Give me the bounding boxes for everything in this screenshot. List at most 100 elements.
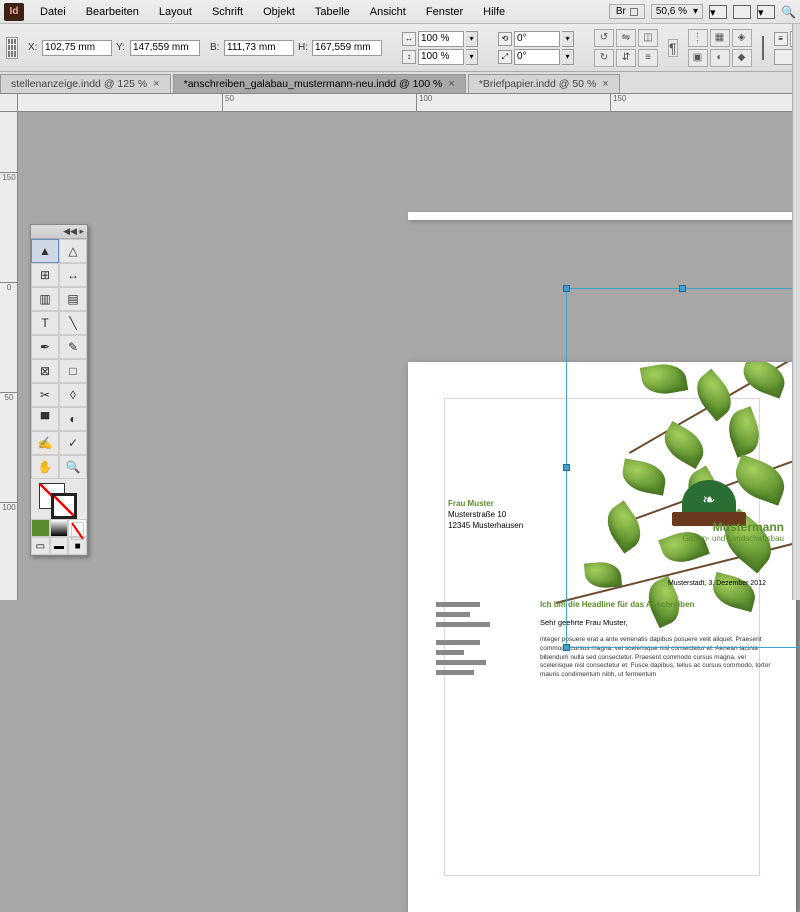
content-placer-tool[interactable]: ▤	[59, 287, 87, 311]
recipient-name: Frau Muster	[448, 498, 523, 509]
scale-y-field[interactable]	[418, 49, 464, 65]
handle-top-left[interactable]	[563, 285, 570, 292]
apply-none-icon[interactable]	[68, 519, 87, 537]
normal-view-icon[interactable]: ▭	[31, 537, 50, 555]
fx-icon[interactable]: ⋮	[688, 29, 708, 47]
direct-selection-tool[interactable]: △	[59, 239, 87, 263]
textwrap-icon[interactable]: ▦	[710, 29, 730, 47]
x-field[interactable]	[42, 40, 112, 56]
menu-bearbeiten[interactable]: Bearbeiten	[76, 2, 149, 22]
gap-tool[interactable]: ↔	[59, 263, 87, 287]
rectangle-frame-tool[interactable]: ⊠	[31, 359, 59, 383]
recipient-street: Musterstraße 10	[448, 509, 523, 520]
menu-tabelle[interactable]: Tabelle	[305, 2, 360, 22]
scale-x-field[interactable]	[418, 31, 464, 47]
apply-gradient-icon[interactable]	[50, 519, 69, 537]
handle-top-mid[interactable]	[679, 285, 686, 292]
rotate-icon: ⟲	[498, 32, 512, 46]
handle-mid-left[interactable]	[563, 464, 570, 471]
flip-v-icon[interactable]: ⇵	[616, 49, 636, 67]
content-collector-tool[interactable]: ▥	[31, 287, 59, 311]
close-icon[interactable]: ×	[153, 78, 159, 90]
apply-color-icon[interactable]	[31, 519, 50, 537]
scale-y-dropdown[interactable]: ▾	[466, 49, 478, 65]
rotate-ccw-icon[interactable]: ↺	[594, 29, 614, 47]
control-bar: X: Y: B: H: ↔▾ ↕▾ ⟲▾ ⤢▾ ↺⇋◫ ↻⇵≡ ¶ ⋮▦◈ ▣◐…	[0, 24, 800, 72]
hand-tool[interactable]: ✋	[31, 455, 59, 479]
menu-datei[interactable]: Datei	[30, 2, 76, 22]
app-icon: Id	[4, 3, 24, 21]
scale-x-dropdown[interactable]: ▾	[466, 31, 478, 47]
view-mode-icon[interactable]: ▾	[709, 5, 727, 19]
selection-frame[interactable]	[566, 288, 800, 648]
y-field[interactable]	[130, 40, 200, 56]
pathfinder-icon[interactable]: ◫	[638, 29, 658, 47]
rectangle-tool[interactable]: □	[59, 359, 87, 383]
x-label: X:	[28, 42, 40, 53]
tab-stellenanzeige[interactable]: stellenanzeige.indd @ 125 %×	[0, 74, 171, 93]
eyedropper-tool[interactable]: ✓	[59, 431, 87, 455]
zoom-level[interactable]: 50,6 %▾	[651, 4, 703, 19]
address-block: Frau Muster Musterstraße 10 12345 Muster…	[448, 498, 523, 532]
align-icon[interactable]: ≡	[638, 49, 658, 67]
transform-icons: ↺⇋◫ ↻⇵≡	[594, 29, 658, 67]
screen-mode-icon[interactable]	[733, 5, 751, 19]
shear-field[interactable]	[514, 49, 560, 65]
fit-icon[interactable]: ▣	[688, 49, 708, 67]
toolbox-panel[interactable]: ◀◀ ▸ ▲ △ ⊞ ↔ ▥ ▤ T ╲ ✒ ✎ ⊠ □ ✂ ◊ ▀ ◐ ✍ ✓…	[30, 224, 88, 556]
recipient-city: 12345 Musterhausen	[448, 520, 523, 531]
line-tool[interactable]: ╲	[59, 311, 87, 335]
opacity-icon[interactable]: ◐	[710, 49, 730, 67]
reference-point[interactable]	[6, 37, 18, 59]
pencil-tool[interactable]: ✎	[59, 335, 87, 359]
arrange-icon[interactable]: ▾	[757, 5, 775, 19]
ruler-horizontal[interactable]: 50 100 150 200	[18, 94, 800, 112]
menu-fenster[interactable]: Fenster	[416, 2, 473, 22]
ruler-vertical[interactable]: 0 50 100 150	[0, 112, 18, 600]
menu-layout[interactable]: Layout	[149, 2, 202, 22]
gradient-swatch-tool[interactable]: ▀	[31, 407, 59, 431]
handle-bottom-left[interactable]	[563, 644, 570, 651]
width-field[interactable]	[224, 40, 294, 56]
close-icon[interactable]: ×	[448, 78, 454, 90]
height-field[interactable]	[312, 40, 382, 56]
note-tool[interactable]: ✍	[31, 431, 59, 455]
zoom-tool[interactable]: 🔍	[59, 455, 87, 479]
menu-ansicht[interactable]: Ansicht	[360, 2, 416, 22]
corner-icon[interactable]: ◈	[732, 29, 752, 47]
fill-stroke-swatches[interactable]	[31, 479, 87, 519]
rotate-cw-icon[interactable]: ↻	[594, 49, 614, 67]
gradient-feather-tool[interactable]: ◐	[59, 407, 87, 431]
menu-schrift[interactable]: Schrift	[202, 2, 253, 22]
pen-tool[interactable]: ✒	[31, 335, 59, 359]
paragraph-icon[interactable]: ¶	[668, 39, 678, 57]
w-label: B:	[210, 42, 222, 53]
menu-objekt[interactable]: Objekt	[253, 2, 305, 22]
free-transform-tool[interactable]: ◊	[59, 383, 87, 407]
document-tabs: stellenanzeige.indd @ 125 %× *anschreibe…	[0, 72, 800, 94]
selection-tool[interactable]: ▲	[31, 239, 59, 263]
menu-bar: Id Datei Bearbeiten Layout Schrift Objek…	[0, 0, 800, 24]
flip-h-icon[interactable]: ⇋	[616, 29, 636, 47]
menu-hilfe[interactable]: Hilfe	[473, 2, 515, 22]
panel-dock[interactable]	[792, 24, 800, 600]
preview-view-icon[interactable]: ▬	[50, 537, 69, 555]
drop-icon[interactable]: ◆	[732, 49, 752, 67]
search-icon[interactable]: 🔍	[781, 5, 796, 19]
type-tool[interactable]: T	[31, 311, 59, 335]
bridge-button[interactable]: Br	[609, 4, 645, 19]
rotate-dropdown[interactable]: ▾	[562, 31, 574, 47]
stroke-weight-icon: ≡	[774, 32, 788, 46]
rotate-field[interactable]	[514, 31, 560, 47]
toolbox-header[interactable]: ◀◀ ▸	[31, 225, 87, 239]
tab-briefpapier[interactable]: *Briefpapier.indd @ 50 %×	[468, 74, 620, 93]
shear-dropdown[interactable]: ▾	[562, 49, 574, 65]
fill-stroke-swatch[interactable]	[762, 36, 764, 60]
stroke-swatch[interactable]	[51, 493, 77, 519]
ruler-corner[interactable]	[0, 94, 18, 112]
close-icon[interactable]: ×	[602, 78, 608, 90]
page-edge	[408, 212, 796, 220]
scissors-tool[interactable]: ✂	[31, 383, 59, 407]
tab-anschreiben[interactable]: *anschreiben_galabau_mustermann-neu.indd…	[173, 74, 466, 93]
page-tool[interactable]: ⊞	[31, 263, 59, 287]
